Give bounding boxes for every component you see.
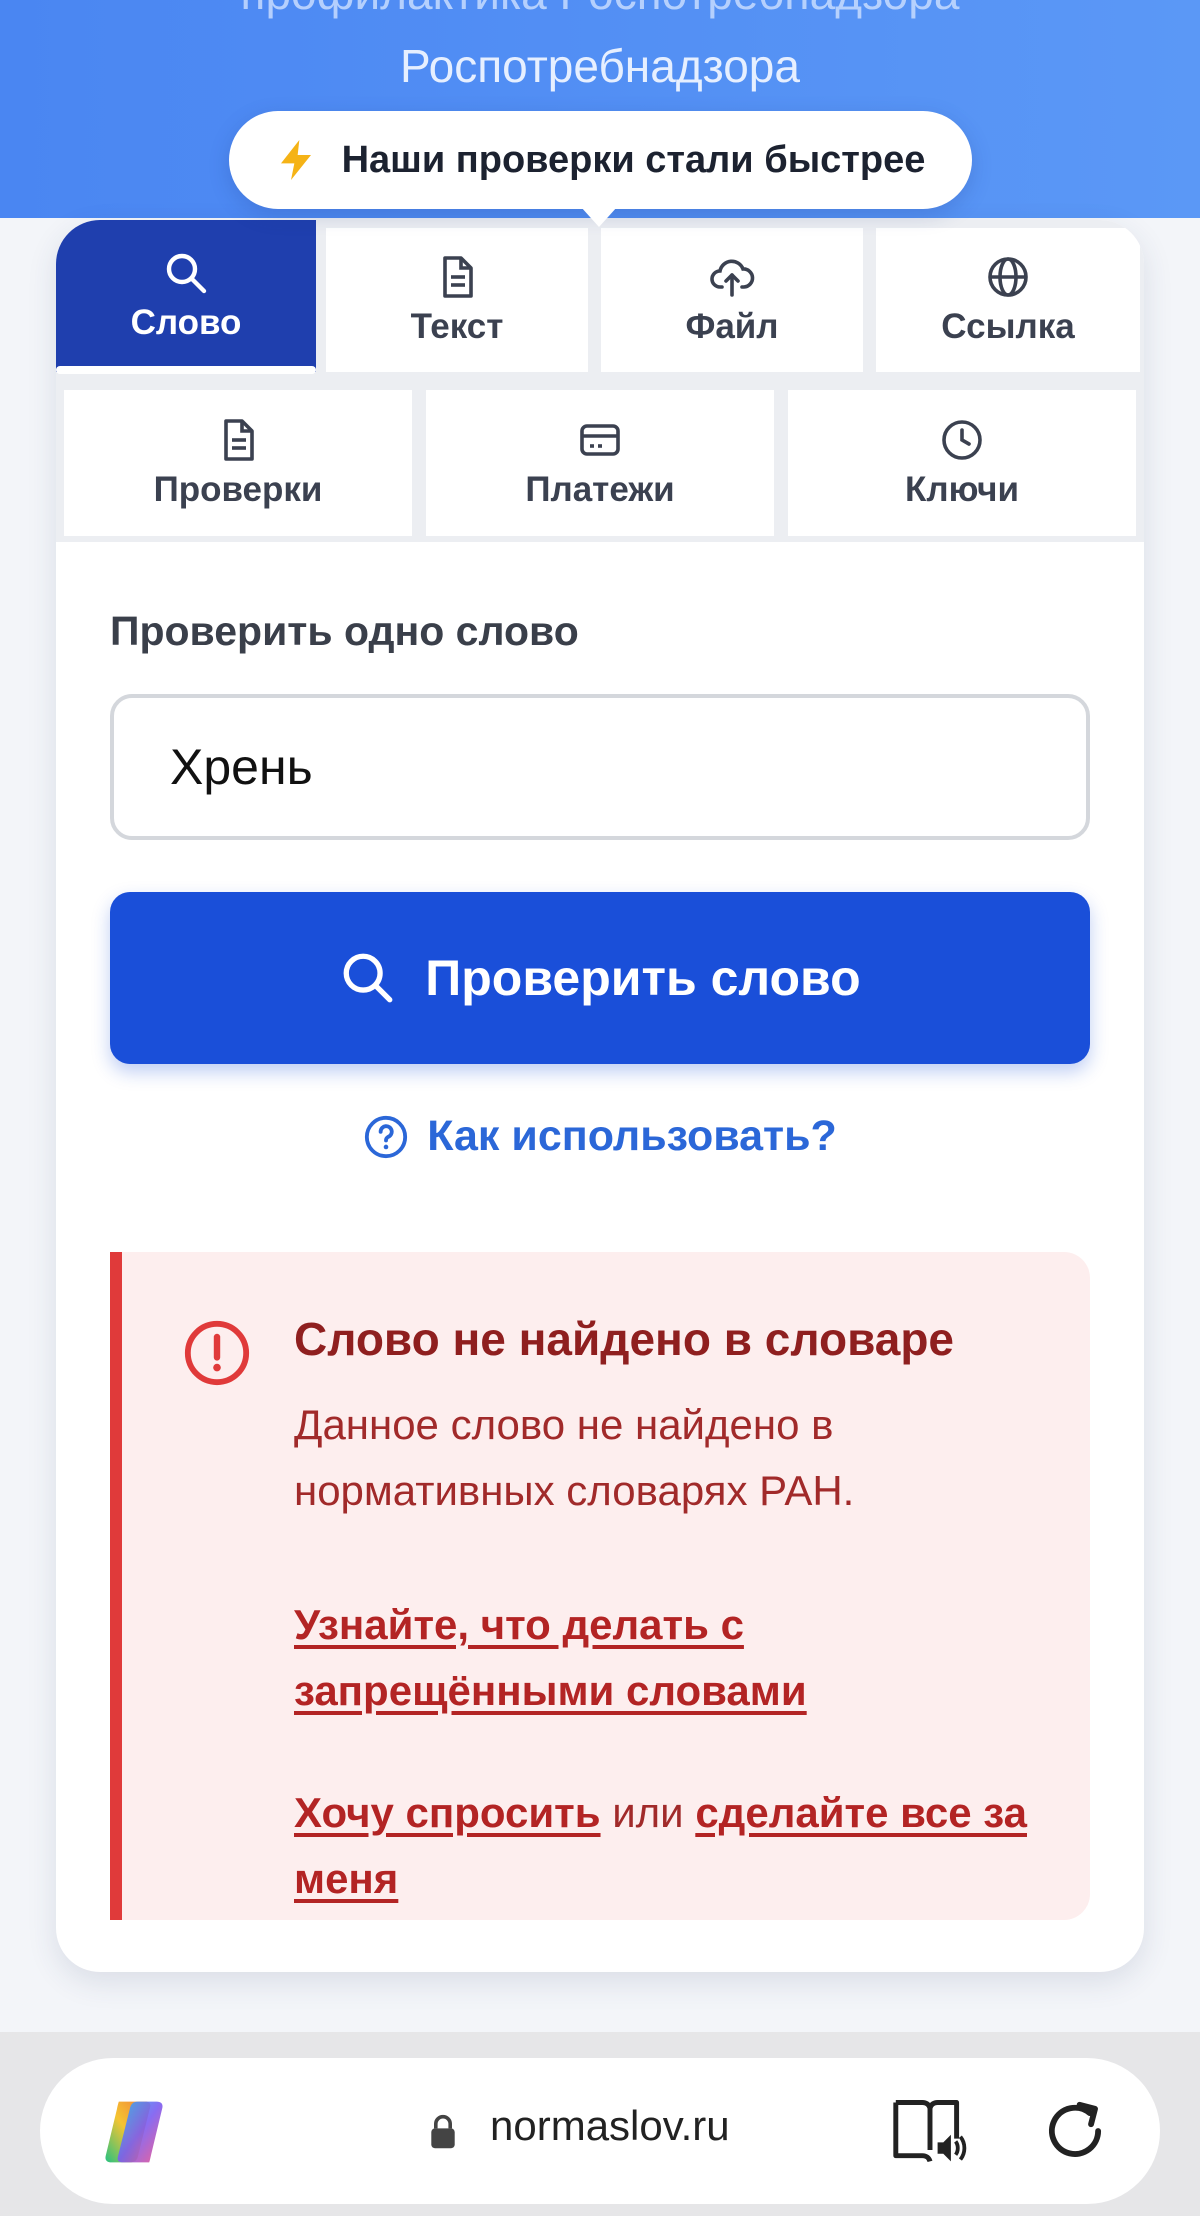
search-icon (343, 953, 393, 1003)
search-icon (166, 253, 207, 294)
url-text[interactable]: normaslov.ru (490, 2102, 730, 2150)
address-bar[interactable]: normaslov.ru (40, 2058, 1160, 2204)
not-found-alert: Слово не найдено в словаре Данное слово … (110, 1252, 1090, 1920)
copilot-icon[interactable] (96, 2094, 172, 2170)
reload-icon[interactable] (1038, 2094, 1112, 2168)
tab-label: Слово (130, 303, 242, 342)
check-word-button[interactable]: Проверить слово (110, 892, 1090, 1064)
how-to-use-label: Как использовать? (427, 1112, 837, 1160)
speed-toast[interactable]: Наши проверки стали быстрее (229, 111, 972, 227)
section-label: Проверить одно слово (110, 608, 579, 654)
tab-payments[interactable]: Платежи (426, 390, 774, 536)
toast-text: Наши проверки стали быстрее (341, 138, 926, 181)
how-to-use-link[interactable]: Как использовать? (56, 1112, 1144, 1161)
browser-bottom-bar: normaslov.ru (0, 2032, 1200, 2216)
hero-title: Роспотребнадзора (400, 40, 800, 92)
tab-label: Текст (410, 307, 504, 346)
tab-label: Файл (685, 307, 779, 346)
tab-label: Проверки (153, 470, 323, 509)
tab-text[interactable]: Текст (326, 228, 588, 372)
document-icon (443, 256, 473, 298)
tab-bar: Слово Текст Файл Ссылка Проверки Платежи… (56, 220, 1144, 542)
word-input[interactable] (110, 694, 1090, 840)
lock-icon (431, 2114, 455, 2149)
alert-description: Данное слово не найдено в нормативных сл… (294, 1401, 855, 1514)
checker-card: Слово Текст Файл Ссылка Проверки Платежи… (56, 220, 1144, 1972)
tab-link[interactable]: Ссылка (876, 228, 1140, 372)
clock-icon (942, 420, 982, 460)
document-icon (224, 419, 254, 461)
lightning-icon (280, 140, 311, 180)
ask-link[interactable]: Хочу спросить (294, 1789, 601, 1836)
alert-title: Слово не найдено в словаре (294, 1313, 955, 1365)
tab-keys[interactable]: Ключи (788, 390, 1136, 536)
card-icon (580, 424, 620, 456)
tab-label: Ключи (905, 470, 1019, 509)
or-text: или (612, 1789, 684, 1836)
hero-cut-text: профилактика Роспотребнадзора (0, 0, 1200, 16)
reader-mode-icon[interactable] (892, 2096, 968, 2166)
alert-actions: Хочу спросить или сделайте все за меня (294, 1780, 1054, 1912)
tab-file[interactable]: Файл (601, 228, 863, 372)
alert-circle-icon (184, 1320, 250, 1386)
globe-icon (988, 257, 1028, 297)
question-circle-icon (365, 1115, 408, 1158)
cloud-upload-icon (710, 259, 755, 297)
check-word-label: Проверить слово (425, 950, 861, 1006)
tab-label: Платежи (525, 470, 675, 509)
tab-checks[interactable]: Проверки (64, 390, 412, 536)
tab-word[interactable]: Слово (56, 220, 316, 374)
forbidden-words-link[interactable]: Узнайте, что делать с запрещёнными слова… (294, 1592, 1034, 1724)
tab-label: Ссылка (941, 307, 1075, 346)
